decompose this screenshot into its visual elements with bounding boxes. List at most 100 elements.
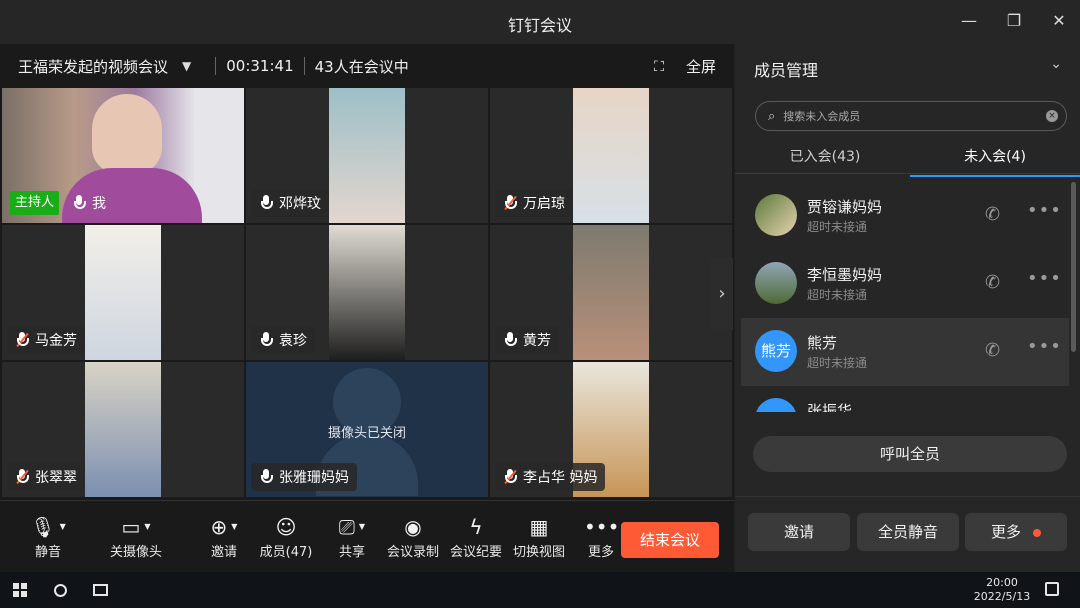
- more-label: 更多: [587, 545, 614, 560]
- members-label: 成员(47): [259, 545, 313, 560]
- minimize-icon[interactable]: —: [958, 10, 980, 32]
- member-name: 熊芳: [807, 334, 838, 352]
- call-all-button[interactable]: 呼叫全员: [753, 436, 1067, 472]
- list-item[interactable]: 熊芳 熊芳 超时未接通 ✆ •••: [741, 318, 1069, 386]
- notification-center-icon[interactable]: [1045, 582, 1059, 596]
- phone-icon[interactable]: ✆: [985, 204, 1000, 225]
- camera-icon: ▭ ▼: [121, 515, 151, 539]
- restore-icon[interactable]: ❐: [1003, 10, 1025, 32]
- video-feed: [329, 88, 405, 223]
- participant-name: 张雅珊妈妈: [279, 470, 349, 486]
- avatar: [755, 262, 797, 304]
- minutes-button[interactable]: ϟ 会议纪要: [447, 513, 505, 560]
- avatar: 熊芳: [755, 330, 797, 372]
- participant-name: 袁珍: [279, 333, 307, 349]
- invite-button[interactable]: 邀请: [748, 513, 850, 551]
- video-tile[interactable]: 主持人 我: [2, 88, 244, 223]
- title-bar: 钉钉会议 — ❐ ✕: [0, 0, 1080, 44]
- tab-joined[interactable]: 已入会(43): [740, 146, 910, 166]
- list-item[interactable]: 贾镕谦妈妈 超时未接通 ✆ •••: [741, 182, 1069, 250]
- member-list: 贾镕谦妈妈 超时未接通 ✆ ••• 李恒墨妈妈 超时未接通 ✆ ••• 熊芳 熊…: [741, 182, 1069, 412]
- scrollbar[interactable]: [1071, 182, 1076, 352]
- clear-icon[interactable]: ×: [1046, 110, 1058, 122]
- record-label: 会议录制: [386, 545, 439, 560]
- attendance-count: 43人在会议中: [314, 57, 409, 76]
- microphone-icon: [503, 331, 517, 349]
- video-area: 王福荣发起的视频会议 ▼ 00:31:41 43人在会议中 ⛶ 全屏 主持人 我…: [0, 44, 734, 572]
- tab-not-joined-label: 未入会(4): [964, 149, 1026, 165]
- share-label: 共享: [338, 545, 365, 560]
- close-icon[interactable]: ✕: [1048, 10, 1070, 32]
- list-item[interactable]: 张振华: [741, 386, 1069, 412]
- participant-name: 万启琼: [523, 196, 565, 212]
- microphone-muted-icon: [15, 331, 29, 349]
- camera-off-label: 关摄像头: [109, 545, 162, 560]
- more-button[interactable]: 更多: [965, 513, 1067, 551]
- divider: [303, 57, 305, 75]
- participant-name: 我: [92, 196, 106, 212]
- search-circle-icon[interactable]: [54, 584, 67, 597]
- phone-icon[interactable]: ✆: [985, 340, 1000, 361]
- video-feed: [573, 225, 649, 360]
- fullscreen-button[interactable]: ⛶ 全屏: [654, 56, 716, 77]
- divider: [215, 57, 217, 75]
- microphone-icon: [259, 194, 273, 212]
- video-feed: [573, 88, 649, 223]
- camera-off-button[interactable]: ▭ ▼ 关摄像头: [104, 513, 168, 560]
- meeting-info-bar: 王福荣发起的视频会议 ▼ 00:31:41 43人在会议中 ⛶ 全屏: [0, 44, 734, 88]
- record-icon: ◉: [404, 515, 422, 539]
- video-tile[interactable]: 黄芳: [490, 225, 732, 360]
- meeting-name[interactable]: 王福荣发起的视频会议: [18, 56, 168, 77]
- microphone-icon: 🎙 ▼: [30, 515, 66, 539]
- tab-not-joined[interactable]: 未入会(4): [910, 146, 1080, 177]
- video-grid: 主持人 我 邓烨玟 万启琼 马金芳 袁珍 黄芳 张翠翠 摄像头已关闭 张雅珊妈妈…: [0, 88, 734, 498]
- participant-label: 我: [64, 189, 114, 217]
- video-tile[interactable]: 摄像头已关闭 张雅珊妈妈: [246, 362, 488, 497]
- avatar: [755, 398, 797, 412]
- mute-button[interactable]: 🎙 ▼ 静音: [26, 513, 70, 560]
- video-feed: [85, 362, 161, 497]
- member-status: 超时未接通: [807, 220, 868, 234]
- members-panel-footer: 邀请 全员静音 更多: [735, 496, 1080, 572]
- minutes-label: 会议纪要: [449, 545, 502, 560]
- more-dots-icon[interactable]: •••: [1027, 200, 1062, 221]
- search-icon: ⌕: [768, 108, 776, 124]
- video-tile[interactable]: 马金芳: [2, 225, 244, 360]
- video-tile[interactable]: 张翠翠: [2, 362, 244, 497]
- windows-start-icon[interactable]: [13, 583, 27, 597]
- end-meeting-button[interactable]: 结束会议: [621, 522, 719, 558]
- more-button[interactable]: ••• 更多: [584, 513, 619, 560]
- mute-all-button[interactable]: 全员静音: [857, 513, 959, 551]
- invite-button[interactable]: ⊕ ▼ 邀请: [204, 513, 244, 560]
- list-item[interactable]: 李恒墨妈妈 超时未接通 ✆ •••: [741, 250, 1069, 318]
- notification-dot: [1033, 528, 1041, 537]
- clock-date: 2022/5/13: [973, 590, 1031, 603]
- video-tile[interactable]: 李占华 妈妈: [490, 362, 732, 497]
- chevron-down-icon[interactable]: ▼: [182, 59, 191, 73]
- participant-label: 张翠翠: [7, 463, 85, 491]
- next-page-arrow-icon[interactable]: ›: [711, 258, 733, 330]
- more-dots-icon[interactable]: •••: [1027, 336, 1062, 357]
- video-tile[interactable]: 万启琼: [490, 88, 732, 223]
- taskbar-clock[interactable]: 20:00 2022/5/13: [964, 576, 1040, 604]
- record-button[interactable]: ◉ 会议录制: [384, 513, 442, 560]
- participant-label: 袁珍: [251, 326, 315, 354]
- share-button[interactable]: ⎚ ▼ 共享: [330, 513, 374, 560]
- participant-name: 马金芳: [35, 333, 77, 349]
- task-view-icon[interactable]: [93, 584, 108, 596]
- participant-label: 李占华 妈妈: [495, 463, 606, 491]
- video-feed: [329, 225, 405, 360]
- search-placeholder: 搜索未入会成员: [783, 110, 861, 123]
- chevron-down-icon[interactable]: ⌄: [1050, 56, 1062, 72]
- microphone-icon: [72, 194, 86, 212]
- phone-icon[interactable]: ✆: [985, 272, 1000, 293]
- mute-label: 静音: [34, 545, 61, 560]
- members-button[interactable]: ☺ 成员(47): [258, 513, 314, 560]
- members-tabs: 已入会(43) 未入会(4): [735, 140, 1080, 177]
- member-search-input[interactable]: ⌕ 搜索未入会成员 ×: [755, 101, 1067, 131]
- video-tile[interactable]: 袁珍: [246, 225, 488, 360]
- microphone-muted-icon: [503, 468, 517, 486]
- video-tile[interactable]: 邓烨玟: [246, 88, 488, 223]
- more-dots-icon[interactable]: •••: [1027, 268, 1062, 289]
- switch-view-button[interactable]: ▦ 切换视图: [510, 513, 568, 560]
